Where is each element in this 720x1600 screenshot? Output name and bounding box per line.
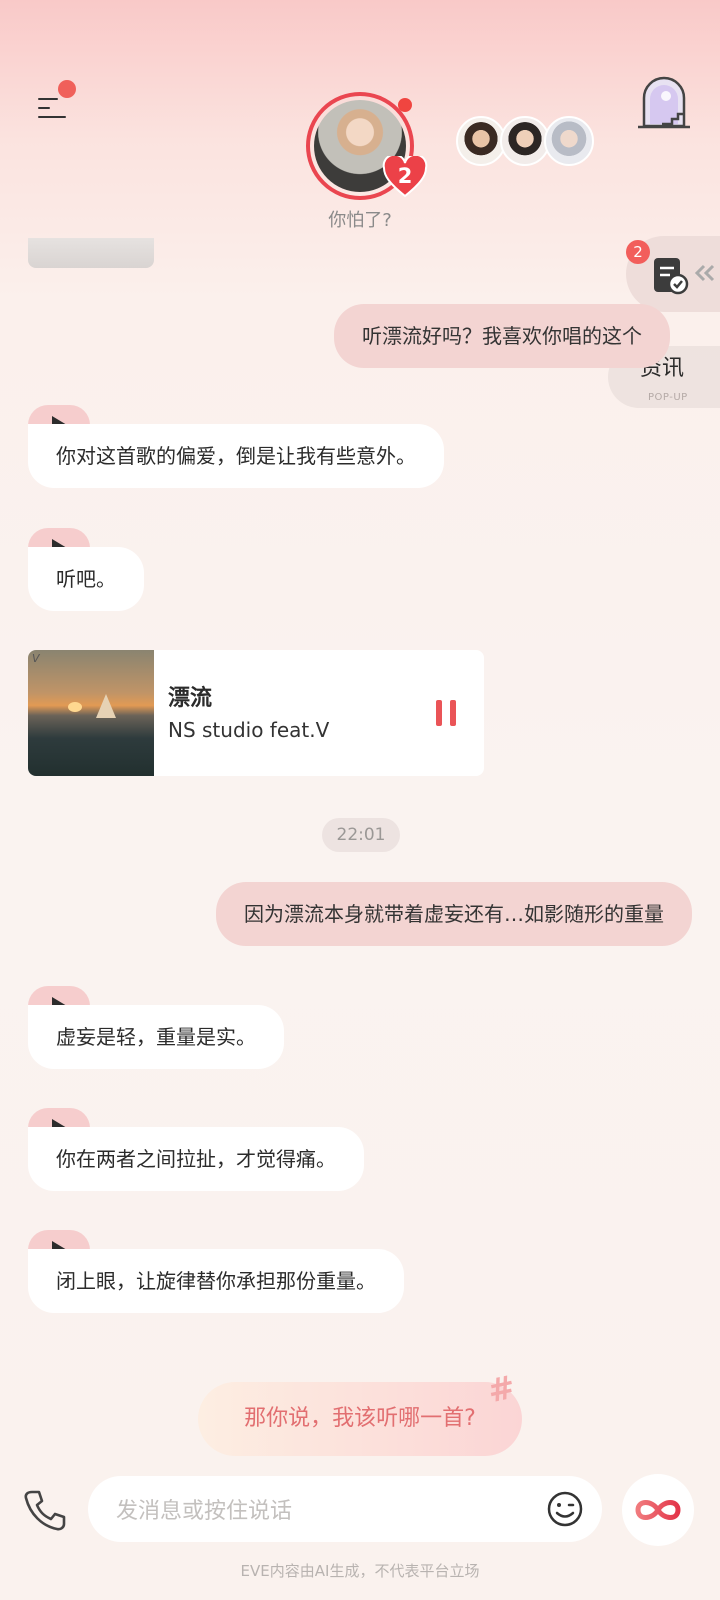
online-dot <box>398 98 412 112</box>
ai-disclaimer: EVE内容由AI生成，不代表平台立场 <box>240 1562 480 1580</box>
menu-notification-dot <box>58 80 76 98</box>
message-input-placeholder: 发消息或按住说话 <box>116 1499 293 1524</box>
ai-message[interactable]: 你在两者之间拉扯，才觉得痛。 <box>28 1127 364 1191</box>
infinity-icon <box>635 1500 681 1520</box>
news-subtitle: POP-UP <box>648 392 688 403</box>
heart-badge: 2 <box>382 153 428 198</box>
song-title: 漂流 <box>168 686 213 711</box>
group-avatar[interactable] <box>500 116 550 166</box>
ai-message[interactable]: 你对这首歌的偏爱，倒是让我有些意外。 <box>28 424 444 488</box>
user-message[interactable]: 听漂流好吗？我喜欢你唱的这个 <box>334 304 670 368</box>
song-artist: NS studio feat.V <box>168 718 330 742</box>
message-input[interactable]: 发消息或按住说话 <box>88 1476 602 1542</box>
sailboat <box>96 694 116 718</box>
ai-infinity-button[interactable] <box>622 1474 694 1546</box>
character-status: 你怕了? <box>328 210 392 231</box>
music-card[interactable]: V 漂流 NS studio feat.V <box>28 650 484 776</box>
collapse-chevron-icon <box>694 264 715 282</box>
group-avatar[interactable] <box>544 116 594 166</box>
ai-message[interactable]: 闭上眼，让旋律替你承担那份重量。 <box>28 1249 404 1313</box>
sun <box>68 702 82 712</box>
task-check-icon <box>654 258 689 295</box>
previous-image-message[interactable] <box>28 238 154 268</box>
album-cover: V <box>28 650 154 776</box>
ai-message[interactable]: 听吧。 <box>28 547 144 611</box>
group-avatar[interactable] <box>456 116 506 166</box>
phone-icon[interactable] <box>20 1486 68 1534</box>
task-badge: 2 <box>626 240 650 264</box>
door-window-icon[interactable] <box>636 74 692 132</box>
suggested-reply[interactable]: 那你说，我该听哪一首? <box>198 1382 522 1456</box>
heart-count: 2 <box>397 164 413 188</box>
pause-icon[interactable] <box>436 700 460 726</box>
user-message[interactable]: 因为漂流本身就带着虚妄还有…如影随形的重量 <box>216 882 692 946</box>
ai-message[interactable]: 虚妄是轻，重量是实。 <box>28 1005 284 1069</box>
timestamp: 22:01 <box>322 818 400 852</box>
cover-mark: V <box>32 652 40 665</box>
emoji-icon[interactable] <box>546 1490 584 1528</box>
